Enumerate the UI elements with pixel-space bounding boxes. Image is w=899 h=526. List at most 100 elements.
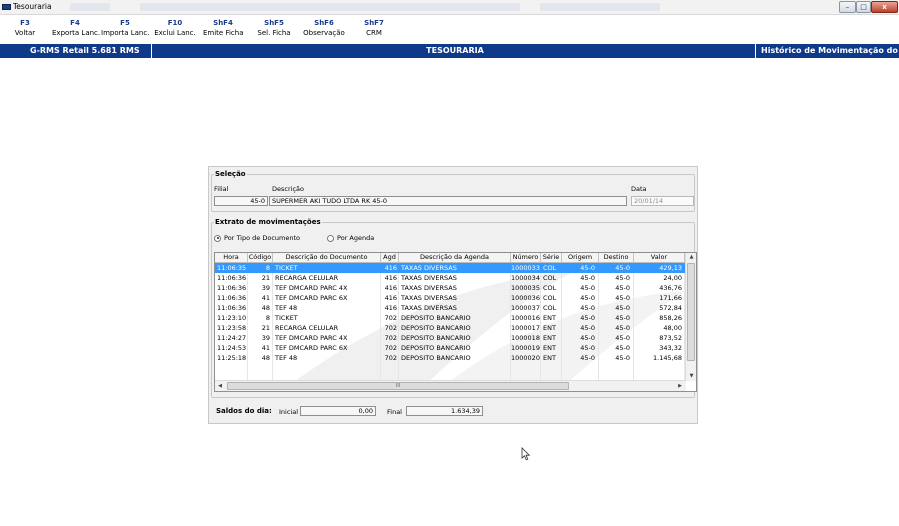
radio-label: Por Tipo de Documento (224, 234, 300, 242)
table-row[interactable]: 11:23:10 8 TICKET 702 DEPOSITO BANCARIO 10000… (215, 313, 685, 323)
saldo-inicial-field[interactable]: 0,00 (300, 406, 376, 416)
scroll-right-icon[interactable]: ▶ (675, 381, 685, 391)
fkey-key: F5 (120, 19, 130, 27)
cell-hora: 11:06:36 (217, 294, 247, 302)
screen-title: Histórico de Movimentação do Cofre (761, 46, 899, 55)
cell-valor: 572,84 (659, 304, 682, 312)
table-row[interactable]: 11:23:58 21 RECARGA CELULAR 702 DEPOSITO BAN… (215, 323, 685, 333)
header-divider (151, 44, 152, 58)
cell-hora: 11:24:27 (217, 334, 247, 342)
cell-origem: 45-0 (580, 354, 595, 362)
close-button[interactable]: x (871, 1, 898, 13)
col-header-numero[interactable]: Número (511, 253, 541, 263)
radio-por-tipo-documento[interactable]: Por Tipo de Documento (214, 234, 300, 242)
scroll-thumb[interactable]: III (227, 382, 569, 390)
fkey-key: ShF5 (264, 19, 284, 27)
col-header-hora[interactable]: Hora (215, 253, 248, 263)
scroll-thumb[interactable] (687, 263, 695, 361)
close-icon: x (882, 3, 887, 11)
cell-descricao-agenda: TAXAS DIVERSAS (401, 294, 457, 302)
col-header-valor[interactable]: Valor (634, 253, 685, 263)
selecao-group (211, 174, 695, 212)
scroll-up-icon[interactable]: ▲ (686, 253, 696, 262)
inicial-label: Inicial (279, 408, 299, 416)
table-row[interactable]: 11:24:27 39 TEF DMCARD PARC 4X 702 DEPOSITO … (215, 333, 685, 343)
maximize-button[interactable]: □ (856, 1, 871, 13)
col-header-agd[interactable]: Agd (381, 253, 399, 263)
module-header-bar: G-RMS Retail 5.681 RMS TESOURARIA Histór… (0, 44, 899, 58)
fkey-label: Emite Ficha (203, 29, 244, 37)
fkey-exporta-lanc[interactable]: F4 Exporta Lanc. (52, 18, 100, 39)
cell-hora: 11:23:58 (217, 324, 247, 332)
main-panel: Seleção Filial 45-0 Descrição SUPERMER A… (208, 166, 698, 424)
cell-destino: 45-0 (615, 344, 630, 352)
cell-codigo: 8 (265, 264, 270, 272)
table-row[interactable]: 11:06:36 21 RECARGA CELULAR 416 TAXAS DIVERS… (215, 273, 685, 283)
radio-label: Por Agenda (337, 234, 375, 242)
fkey-exclui-lanc[interactable]: F10 Exclui Lanc. (153, 18, 197, 39)
cell-numero: 1000033 (511, 264, 540, 272)
col-header-serie[interactable]: Série (541, 253, 562, 263)
fkey-observacao[interactable]: ShF6 Observação (302, 18, 346, 39)
cell-descricao-agenda: DEPOSITO BANCARIO (401, 344, 471, 352)
table-row[interactable]: 11:06:36 39 TEF DMCARD PARC 4X 416 TAXAS DIV… (215, 283, 685, 293)
cell-serie: COL (543, 294, 557, 302)
cell-valor: 858,26 (659, 314, 682, 322)
cell-descricao-documento: TEF 48 (275, 304, 298, 312)
col-header-descricao-agenda[interactable]: Descrição da Agenda (399, 253, 511, 263)
table-row[interactable]: 11:25:18 48 TEF 48 702 DEPOSITO BANCARIO 1000… (215, 353, 685, 363)
col-header-origem[interactable]: Origem (562, 253, 599, 263)
scroll-down-icon[interactable]: ▼ (686, 372, 696, 381)
table-row[interactable]: 11:24:53 41 TEF DMCARD PARC 6X 702 DEPOSITO … (215, 343, 685, 353)
table-row[interactable]: 11:06:36 48 TEF 48 416 TAXAS DIVERSAS 1000037… (215, 303, 685, 313)
cell-codigo: 41 (261, 344, 270, 352)
fkey-key: ShF6 (314, 19, 334, 27)
cell-descricao-documento: RECARGA CELULAR (275, 274, 339, 282)
col-header-descricao-documento[interactable]: Descrição do Documento (273, 253, 381, 263)
col-header-destino[interactable]: Destino (599, 253, 634, 263)
cell-destino: 45-0 (615, 334, 630, 342)
cell-descricao-agenda: DEPOSITO BANCARIO (401, 354, 471, 362)
cell-origem: 45-0 (580, 294, 595, 302)
scroll-left-icon[interactable]: ◀ (215, 381, 225, 391)
radio-por-agenda[interactable]: Por Agenda (327, 234, 374, 242)
cell-descricao-agenda: DEPOSITO BANCARIO (401, 324, 471, 332)
cell-origem: 45-0 (580, 284, 595, 292)
data-field[interactable]: 20/01/14 (631, 196, 694, 206)
cell-agd: 416 (384, 294, 397, 302)
cell-agd: 702 (384, 344, 397, 352)
cell-hora: 11:06:36 (217, 284, 247, 292)
cell-destino: 45-0 (615, 284, 630, 292)
cell-hora: 11:06:35 (217, 264, 247, 272)
fkey-importa-lanc[interactable]: F5 Importa Lanc. (101, 18, 149, 39)
cell-descricao-agenda: TAXAS DIVERSAS (401, 284, 457, 292)
cell-serie: ENT (543, 324, 556, 332)
cell-numero: 1000020 (511, 354, 540, 362)
saldo-final-field[interactable]: 1.634,39 (406, 406, 483, 416)
descricao-field[interactable]: SUPERMER AKI TUDO LTDA RK 45-0 (269, 196, 627, 206)
filial-field[interactable]: 45-0 (214, 196, 268, 206)
cell-agd: 416 (384, 284, 397, 292)
fkey-crm[interactable]: ShF7 CRM (356, 18, 392, 39)
grid-vertical-scrollbar[interactable]: ▲ ▼ (685, 253, 696, 381)
cell-serie: ENT (543, 314, 556, 322)
fkey-emite-ficha[interactable]: ShF4 Emite Ficha (203, 18, 244, 39)
fkey-label: Importa Lanc. (101, 29, 150, 37)
fkey-voltar[interactable]: F3 Voltar (6, 18, 44, 39)
table-row[interactable]: 11:06:36 41 TEF DMCARD PARC 6X 416 TAXAS DIV… (215, 293, 685, 303)
table-row[interactable]: 11:06:35 8 TICKET 416 TAXAS DIVERSAS 1000033 C… (215, 263, 685, 273)
cell-serie: ENT (543, 344, 556, 352)
selecao-title: Seleção (214, 170, 247, 178)
col-header-codigo[interactable]: Código (248, 253, 273, 263)
cell-origem: 45-0 (580, 334, 595, 342)
minimize-button[interactable]: – (839, 1, 856, 13)
cell-codigo: 21 (261, 274, 270, 282)
fkey-label: Voltar (14, 29, 36, 37)
cell-origem: 45-0 (580, 274, 595, 282)
cell-hora: 11:24:53 (217, 344, 247, 352)
grid-horizontal-scrollbar[interactable]: ◀ III ▶ (215, 380, 686, 391)
fkey-sel-ficha[interactable]: ShF5 Sel. Ficha (254, 18, 294, 39)
movimentacoes-grid[interactable]: Hora Código Descrição do Documento Agd D… (214, 252, 697, 392)
fkey-label: CRM (366, 29, 382, 37)
cell-agd: 416 (384, 274, 397, 282)
